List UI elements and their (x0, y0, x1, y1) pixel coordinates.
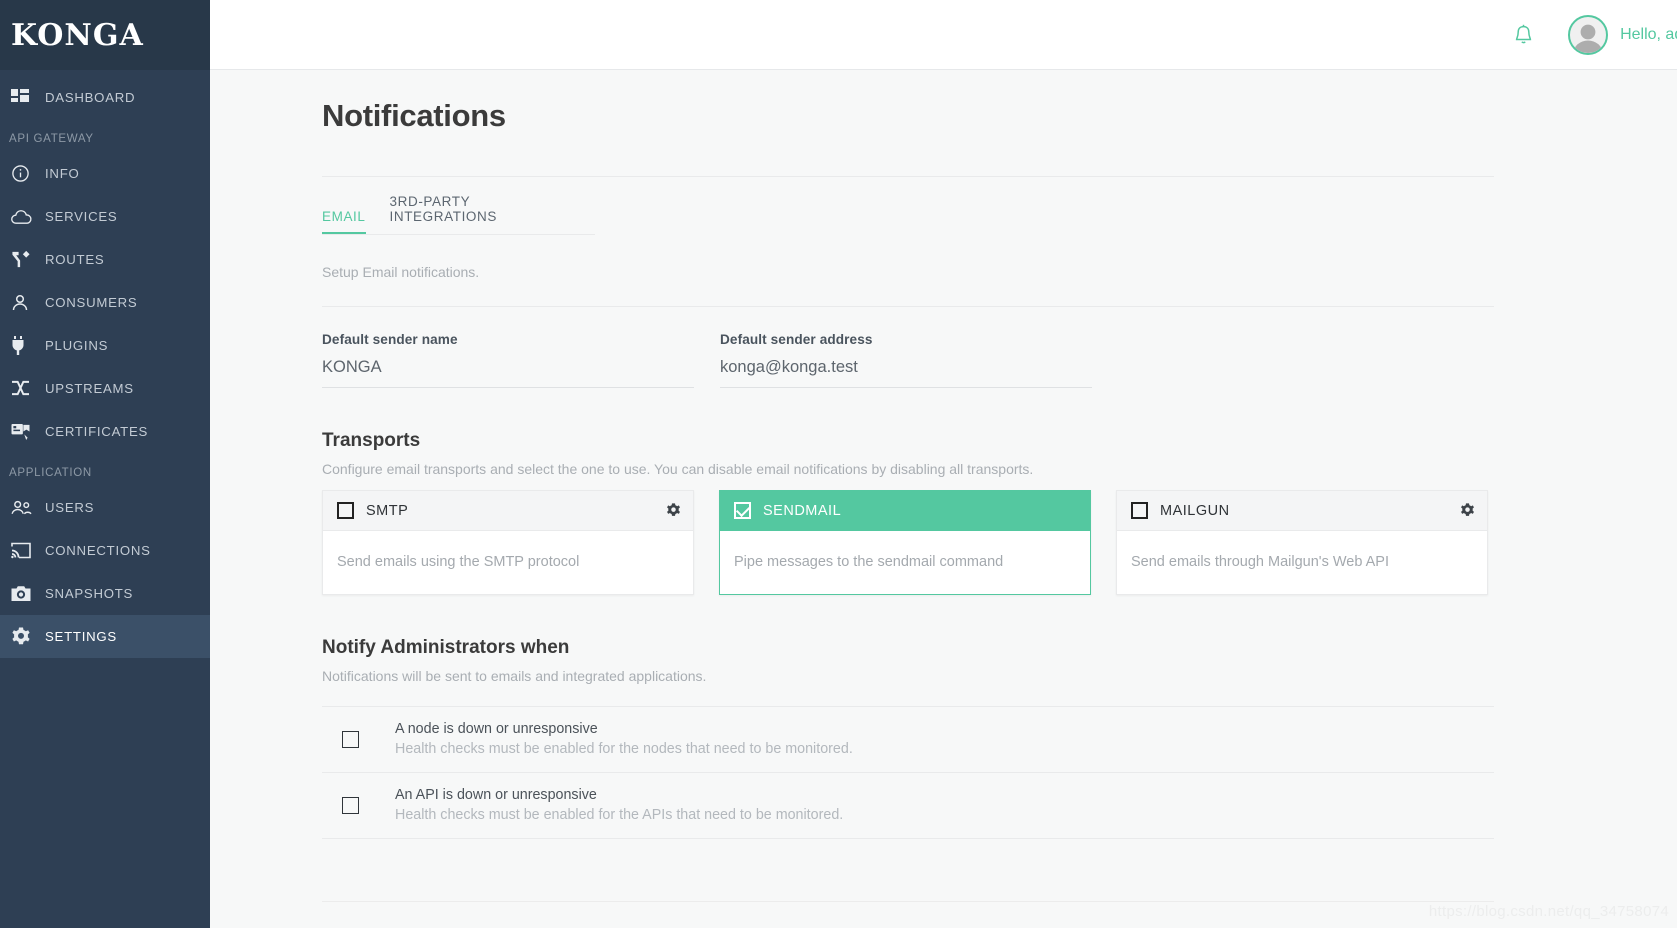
sidebar-item-label: SERVICES (45, 209, 118, 224)
notify-row-text: An API is down or unresponsive Health ch… (395, 787, 843, 823)
sidebar-item-label: DASHBOARD (45, 90, 136, 105)
shuffle-icon (11, 377, 37, 401)
cast-icon (11, 539, 37, 563)
plug-icon (11, 334, 37, 358)
sidebar-group-api-gateway: API GATEWAY INFO SERVICES ROUTES CONSUME… (0, 119, 210, 453)
transport-card-header: MAILGUN (1117, 491, 1487, 531)
sidebar-item-plugins[interactable]: PLUGINS (0, 324, 210, 367)
transport-card-header: SENDMAIL (720, 491, 1090, 531)
sidebar-item-label: SETTINGS (45, 629, 117, 644)
notify-row-text: A node is down or unresponsive Health ch… (395, 721, 853, 757)
tab-email[interactable]: EMAIL (322, 209, 366, 234)
watermark: https://blog.csdn.net/qq_34758074 (1428, 903, 1669, 920)
sidebar-item-label: SNAPSHOTS (45, 586, 134, 601)
user-greeting[interactable]: Hello, admin (1620, 26, 1677, 44)
user-icon (11, 291, 37, 315)
certificate-icon (11, 420, 37, 444)
sidebar-item-label: ROUTES (45, 252, 105, 267)
notify-row-subtitle: Health checks must be enabled for the no… (395, 741, 853, 757)
sidebar-group-application: APPLICATION USERS CONNECTIONS SNAPSHOTS … (0, 453, 210, 658)
transport-card-smtp[interactable]: SMTP Send emails using the SMTP protocol (322, 490, 694, 595)
field-sender-name: Default sender name (322, 332, 694, 388)
sidebar: KONGA DASHBOARD API GATEWAY INFO SERVICE… (0, 0, 210, 928)
sidebar-item-info[interactable]: INFO (0, 152, 210, 195)
sidebar-item-label: INFO (45, 166, 80, 181)
notify-title: Notify Administrators when (322, 637, 570, 658)
gear-icon[interactable] (1460, 503, 1475, 518)
sidebar-item-label: PLUGINS (45, 338, 109, 353)
sidebar-item-label: USERS (45, 500, 95, 515)
transport-description: Send emails using the SMTP protocol (337, 554, 580, 570)
transport-name: SENDMAIL (763, 502, 842, 519)
transport-card-sendmail[interactable]: SENDMAIL Pipe messages to the sendmail c… (719, 490, 1091, 595)
sidebar-item-upstreams[interactable]: UPSTREAMS (0, 367, 210, 410)
page-title: Notifications (322, 98, 506, 133)
notify-row-api-down[interactable]: An API is down or unresponsive Health ch… (322, 773, 1494, 839)
sidebar-item-certificates[interactable]: CERTIFICATES (0, 410, 210, 453)
transport-card-mailgun[interactable]: MAILGUN Send emails through Mailgun's We… (1116, 490, 1488, 595)
transport-description: Pipe messages to the sendmail command (734, 554, 1004, 570)
sidebar-section-label-api-gateway: API GATEWAY (9, 133, 94, 145)
transports-list: SMTP Send emails using the SMTP protocol (322, 490, 1494, 595)
tab-bar: EMAIL 3RD-PARTY INTEGRATIONS (322, 194, 595, 235)
transport-description: Send emails through Mailgun's Web API (1131, 554, 1390, 570)
transports-description: Configure email transports and select th… (322, 461, 1034, 477)
transport-checkbox-mailgun[interactable] (1131, 502, 1148, 519)
field-label: Default sender address (720, 332, 873, 347)
bottom-divider (322, 901, 1494, 902)
brand-logo[interactable]: KONGA (0, 0, 210, 70)
field-label: Default sender name (322, 332, 458, 347)
camera-icon (11, 582, 37, 606)
notify-row-title: A node is down or unresponsive (395, 721, 598, 737)
sidebar-item-label: CONSUMERS (45, 295, 138, 310)
sidebar-item-label: CERTIFICATES (45, 424, 149, 439)
sidebar-item-settings[interactable]: SETTINGS (0, 615, 210, 658)
gear-icon[interactable] (666, 503, 681, 518)
transport-name: SMTP (366, 502, 409, 519)
gear-icon (11, 625, 37, 649)
sidebar-item-dashboard[interactable]: DASHBOARD (0, 76, 210, 119)
transport-checkbox-smtp[interactable] (337, 502, 354, 519)
users-icon (11, 496, 37, 520)
transport-name: MAILGUN (1160, 502, 1230, 519)
page-content: Notifications EMAIL 3RD-PARTY INTEGRATIO… (210, 70, 1677, 928)
form-divider (322, 306, 1494, 307)
notify-checkbox-api-down[interactable] (342, 796, 359, 814)
setup-note: Setup Email notifications. (322, 264, 480, 280)
brand-name: KONGA (11, 17, 144, 53)
notify-row-node-down[interactable]: A node is down or unresponsive Health ch… (322, 707, 1494, 773)
konga-admin-app: KONGA DASHBOARD API GATEWAY INFO SERVICE… (0, 0, 1677, 928)
sender-name-input[interactable] (322, 358, 694, 388)
bell-icon[interactable] (1514, 24, 1533, 46)
sidebar-item-services[interactable]: SERVICES (0, 195, 210, 238)
title-divider (322, 176, 1494, 177)
notify-row-subtitle: Health checks must be enabled for the AP… (395, 807, 844, 823)
transport-checkbox-sendmail[interactable] (734, 502, 751, 519)
field-sender-address: Default sender address (720, 332, 1092, 388)
info-icon (11, 162, 37, 186)
sidebar-item-users[interactable]: USERS (0, 486, 210, 529)
sidebar-item-label: UPSTREAMS (45, 381, 134, 396)
main-area: Hello, admin Notifications EMAIL 3RD-PAR… (210, 0, 1677, 928)
transport-card-header: SMTP (323, 491, 693, 531)
sidebar-item-routes[interactable]: ROUTES (0, 238, 210, 281)
sender-address-input[interactable] (720, 358, 1092, 388)
notify-checkbox-node-down[interactable] (342, 730, 359, 748)
transports-title: Transports (322, 430, 421, 451)
routes-icon (11, 248, 37, 272)
sidebar-section-label-application: APPLICATION (9, 467, 92, 479)
top-bar: Hello, admin (210, 0, 1677, 70)
sidebar-item-consumers[interactable]: CONSUMERS (0, 281, 210, 324)
notify-row-title: An API is down or unresponsive (395, 787, 597, 803)
tab-3rd-party-integrations[interactable]: 3RD-PARTY INTEGRATIONS (390, 194, 571, 234)
dashboard-icon (11, 86, 37, 110)
sidebar-item-connections[interactable]: CONNECTIONS (0, 529, 210, 572)
avatar[interactable] (1568, 14, 1609, 55)
notify-description: Notifications will be sent to emails and… (322, 668, 707, 684)
sidebar-item-label: CONNECTIONS (45, 543, 151, 558)
sender-form: Default sender name Default sender addre… (322, 332, 1494, 388)
sidebar-item-snapshots[interactable]: SNAPSHOTS (0, 572, 210, 615)
sidebar-group-main: DASHBOARD (0, 70, 210, 119)
cloud-icon (11, 205, 37, 229)
